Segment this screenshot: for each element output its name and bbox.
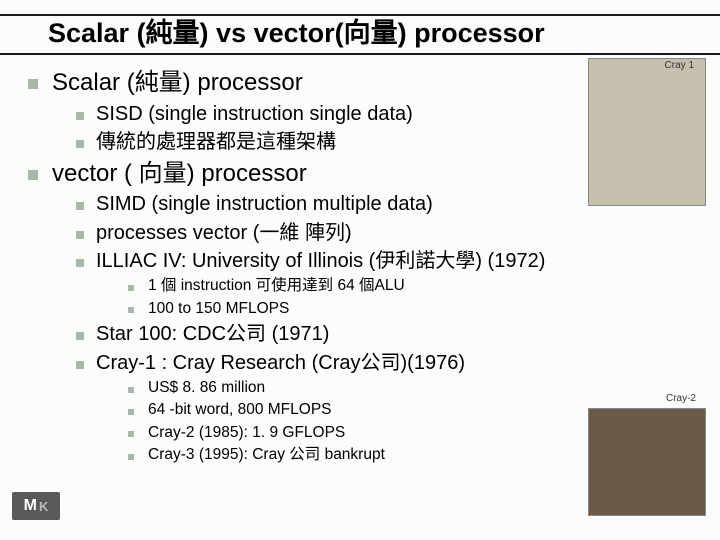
- publisher-logo: MK: [12, 492, 60, 520]
- list-item-label: Cray-1 : Cray Research (Cray公司)(1976): [96, 352, 465, 374]
- image-cray2: [588, 408, 706, 516]
- logo-letter: M: [24, 497, 37, 515]
- list-item: 100 to 150 MFLOPS: [126, 299, 720, 319]
- list-item: ILLIAC IV: University of Illinois (伊利諾大學…: [74, 248, 720, 319]
- slide-title: Scalar (純量) vs vector(向量) processor: [0, 14, 720, 55]
- section-heading: Scalar (純量) processor: [52, 69, 303, 96]
- section-heading: vector ( 向量) processor: [52, 160, 307, 187]
- list-item: 1 個 instruction 可使用達到 64 個ALU: [126, 276, 720, 296]
- logo-letter: K: [39, 499, 48, 514]
- image-caption: Cray 1: [665, 60, 694, 71]
- list-item: Star 100: CDC公司 (1971): [74, 321, 720, 347]
- image-caption: Cray-2: [666, 393, 696, 404]
- list-item: US$ 8. 86 million: [126, 378, 720, 398]
- list-item-label: ILLIAC IV: University of Illinois (伊利諾大學…: [96, 250, 545, 272]
- image-cray1: [588, 58, 706, 206]
- list-item: processes vector (一維 陣列): [74, 220, 720, 246]
